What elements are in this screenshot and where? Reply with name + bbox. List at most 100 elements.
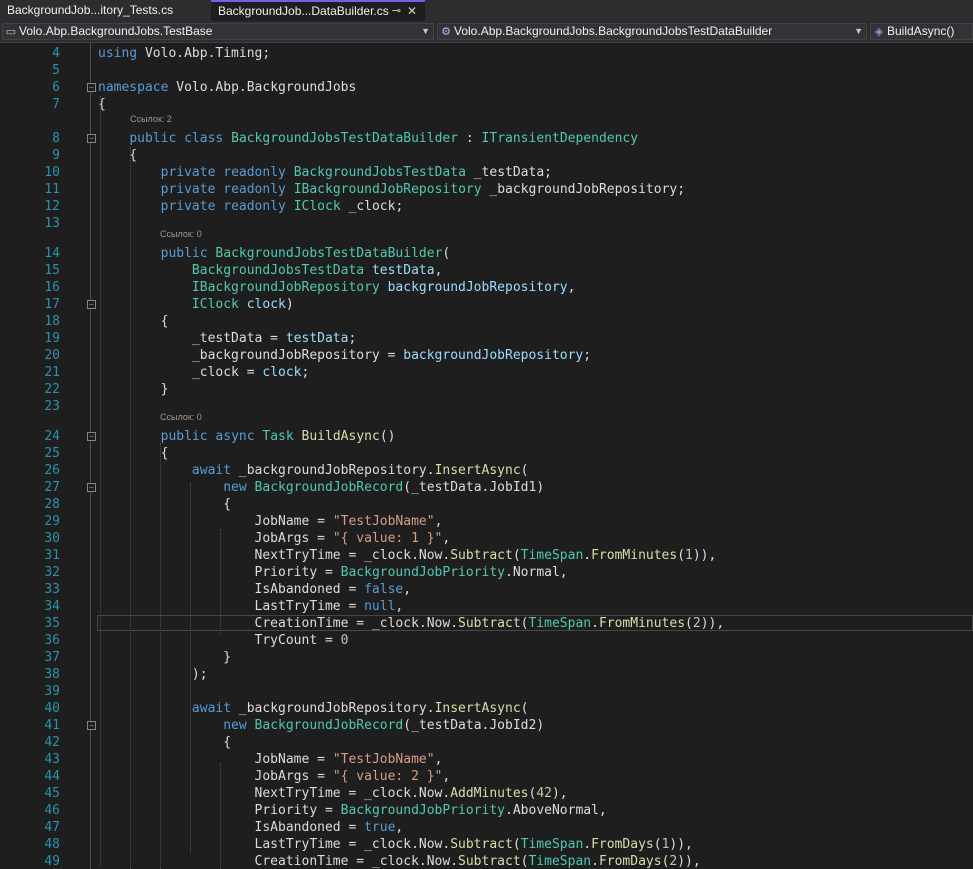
code-line[interactable]: 49 CreationTime = _clock.Now.Subtract(Ti…	[0, 853, 973, 869]
line-number: 41	[44, 718, 60, 733]
line-number: 30	[44, 531, 60, 546]
code-line[interactable]: 41 − new BackgroundJobRecord(_testData.Jo…	[0, 717, 973, 734]
line-number: 31	[44, 548, 60, 563]
class-dropdown[interactable]: ⚙ Volo.Abp.BackgroundJobs.BackgroundJobsT…	[437, 23, 867, 40]
code-line[interactable]: 39	[0, 683, 973, 700]
fold-collapse-icon[interactable]: −	[87, 432, 96, 441]
code-line[interactable]: 18 {	[0, 313, 973, 330]
code-line[interactable]: 35 CreationTime = _clock.Now.Subtract(Ti…	[0, 615, 973, 632]
code-line[interactable]: 48 LastTryTime = _clock.Now.Subtract(Tim…	[0, 836, 973, 853]
code-editor[interactable]: 4 using Volo.Abp.Timing; 5 6− namespace Volo…	[0, 43, 973, 869]
code-line[interactable]: 4 using Volo.Abp.Timing;	[0, 45, 973, 62]
code-line[interactable]: 16 IBackgroundJobRepository backgroundJo…	[0, 279, 973, 296]
line-number: 36	[44, 633, 60, 648]
line-number: 46	[44, 803, 60, 818]
code-line[interactable]: 20 _backgroundJobRepository = background…	[0, 347, 973, 364]
fold-collapse-icon[interactable]: −	[87, 83, 96, 92]
code-line[interactable]: 40 await _backgroundJobRepository.Insert…	[0, 700, 973, 717]
code-line[interactable]: 38 );	[0, 666, 973, 683]
code-line[interactable]: 25 {	[0, 445, 973, 462]
project-dropdown[interactable]: ▭ Volo.Abp.BackgroundJobs.TestBase ▼	[2, 23, 434, 40]
line-code: Priority = BackgroundJobPriority.Normal,	[98, 565, 568, 580]
line-number: 27	[44, 480, 60, 495]
code-line[interactable]: 26 await _backgroundJobRepository.Insert…	[0, 462, 973, 479]
line-code: {	[98, 497, 232, 512]
line-number: 7	[52, 97, 60, 112]
line-code: CreationTime = _clock.Now.Subtract(TimeS…	[98, 616, 725, 631]
code-line[interactable]: 24 − public async Task BuildAsync()	[0, 428, 973, 445]
code-line[interactable]: 5	[0, 62, 973, 79]
code-lens-references[interactable]: Ссылок: 2	[130, 113, 172, 125]
line-code: public BackgroundJobsTestDataBuilder(	[160, 246, 451, 261]
code-line[interactable]: 30 JobArgs = "{ value: 1 }",	[0, 530, 973, 547]
line-number: 48	[44, 837, 60, 852]
line-code: NextTryTime = _clock.Now.AddMinutes(42),	[98, 786, 568, 801]
close-icon[interactable]: ✕	[407, 2, 417, 20]
line-number: 16	[44, 280, 60, 295]
code-line[interactable]: 31 NextTryTime = _clock.Now.Subtract(Tim…	[0, 547, 973, 564]
line-number: 17	[44, 297, 60, 312]
line-number: 8	[52, 131, 60, 146]
line-number: 42	[44, 735, 60, 750]
line-code: public class BackgroundJobsTestDataBuild…	[129, 131, 639, 146]
line-number: 26	[44, 463, 60, 478]
line-code: LastTryTime = _clock.Now.Subtract(TimeSp…	[98, 837, 693, 852]
tab-label: BackgroundJob...DataBuilder.cs	[218, 4, 389, 18]
code-line[interactable]: 22 }	[0, 381, 973, 398]
code-line[interactable]: 13	[0, 215, 973, 232]
code-line[interactable]: 17 − IClock clock)	[0, 296, 973, 313]
fold-collapse-icon[interactable]: −	[87, 134, 96, 143]
line-number: 25	[44, 446, 60, 461]
code-line[interactable]: 45 NextTryTime = _clock.Now.AddMinutes(4…	[0, 785, 973, 802]
code-line[interactable]: 37 }	[0, 649, 973, 666]
code-line[interactable]: 15 BackgroundJobsTestData testData,	[0, 262, 973, 279]
code-line[interactable]: 11 private readonly IBackgroundJobReposi…	[0, 181, 973, 198]
member-dropdown[interactable]: ◈ BuildAsync()	[870, 23, 973, 40]
code-line[interactable]: 10 private readonly BackgroundJobsTestDa…	[0, 164, 973, 181]
code-line[interactable]: 29 JobName = "TestJobName",	[0, 513, 973, 530]
line-code: CreationTime = _clock.Now.Subtract(TimeS…	[98, 854, 701, 869]
code-line[interactable]: 19 _testData = testData;	[0, 330, 973, 347]
line-number: 37	[44, 650, 60, 665]
indent-guide	[220, 763, 221, 869]
code-line[interactable]: 23	[0, 398, 973, 415]
code-lens-references[interactable]: Ссылок: 0	[160, 411, 202, 423]
code-line[interactable]: 46 Priority = BackgroundJobPriority.Abov…	[0, 802, 973, 819]
line-code: {	[98, 314, 169, 329]
line-code: new BackgroundJobRecord(_testData.JobId1…	[223, 480, 545, 495]
line-number: 9	[52, 148, 60, 163]
code-line[interactable]: 12 private readonly IClock _clock;	[0, 198, 973, 215]
code-line[interactable]: 32 Priority = BackgroundJobPriority.Norm…	[0, 564, 973, 581]
code-line[interactable]: 42 {	[0, 734, 973, 751]
line-code: {	[98, 446, 169, 461]
code-line[interactable]: 8 − public class BackgroundJobsTestDataBu…	[0, 130, 973, 147]
code-line[interactable]: 14 public BackgroundJobsTestDataBuilder(	[0, 245, 973, 262]
fold-collapse-icon[interactable]: −	[87, 721, 96, 730]
line-number: 14	[44, 246, 60, 261]
code-line[interactable]: 36 TryCount = 0	[0, 632, 973, 649]
line-number: 24	[44, 429, 60, 444]
indent-guide	[130, 147, 131, 869]
code-line[interactable]: 27 − new BackgroundJobRecord(_testData.Jo…	[0, 479, 973, 496]
code-line[interactable]: 6 − namespace Volo.Abp.BackgroundJobs	[0, 79, 973, 96]
tab-data-builder[interactable]: BackgroundJob...DataBuilder.cs ⊸ ✕	[211, 0, 425, 21]
line-number: 32	[44, 565, 60, 580]
line-code: JobName = "TestJobName",	[98, 514, 443, 529]
code-line[interactable]: 33 IsAbandoned = false,	[0, 581, 973, 598]
code-lens-references[interactable]: Ссылок: 0	[160, 228, 202, 240]
fold-collapse-icon[interactable]: −	[87, 300, 96, 309]
code-line[interactable]: 7{	[0, 96, 973, 113]
code-line[interactable]: 44 JobArgs = "{ value: 2 }",	[0, 768, 973, 785]
pin-icon[interactable]: ⊸	[392, 2, 401, 20]
code-line[interactable]: 9 {	[0, 147, 973, 164]
line-code: private readonly IClock _clock;	[160, 199, 404, 214]
line-code: Priority = BackgroundJobPriority.AboveNo…	[98, 803, 607, 818]
class-icon: ⚙	[441, 26, 451, 38]
fold-collapse-icon[interactable]: −	[87, 483, 96, 492]
tab-repository-tests[interactable]: BackgroundJob...itory_Tests.cs	[0, 0, 210, 21]
code-line[interactable]: 21 _clock = clock;	[0, 364, 973, 381]
code-line[interactable]: 28 {	[0, 496, 973, 513]
code-line[interactable]: 34 LastTryTime = null,	[0, 598, 973, 615]
code-line[interactable]: 47 IsAbandoned = true,	[0, 819, 973, 836]
code-line[interactable]: 43 JobName = "TestJobName",	[0, 751, 973, 768]
